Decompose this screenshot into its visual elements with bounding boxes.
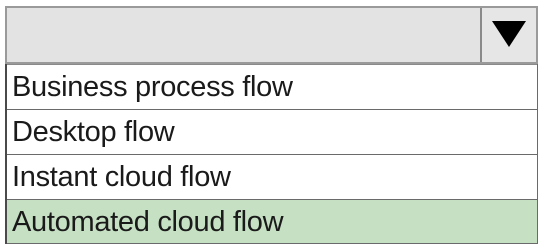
dropdown-option-automated-cloud-flow[interactable]: Automated cloud flow xyxy=(7,199,537,244)
dropdown-select-box[interactable] xyxy=(5,6,538,64)
flow-type-dropdown[interactable]: Business process flow Desktop flow Insta… xyxy=(0,0,544,245)
triangle-down-icon xyxy=(492,21,526,47)
dropdown-option-business-process-flow[interactable]: Business process flow xyxy=(7,64,537,109)
dropdown-arrow-button[interactable] xyxy=(480,8,536,62)
dropdown-option-instant-cloud-flow[interactable]: Instant cloud flow xyxy=(7,154,537,199)
dropdown-options-list: Business process flow Desktop flow Insta… xyxy=(5,64,538,244)
dropdown-option-desktop-flow[interactable]: Desktop flow xyxy=(7,109,537,154)
